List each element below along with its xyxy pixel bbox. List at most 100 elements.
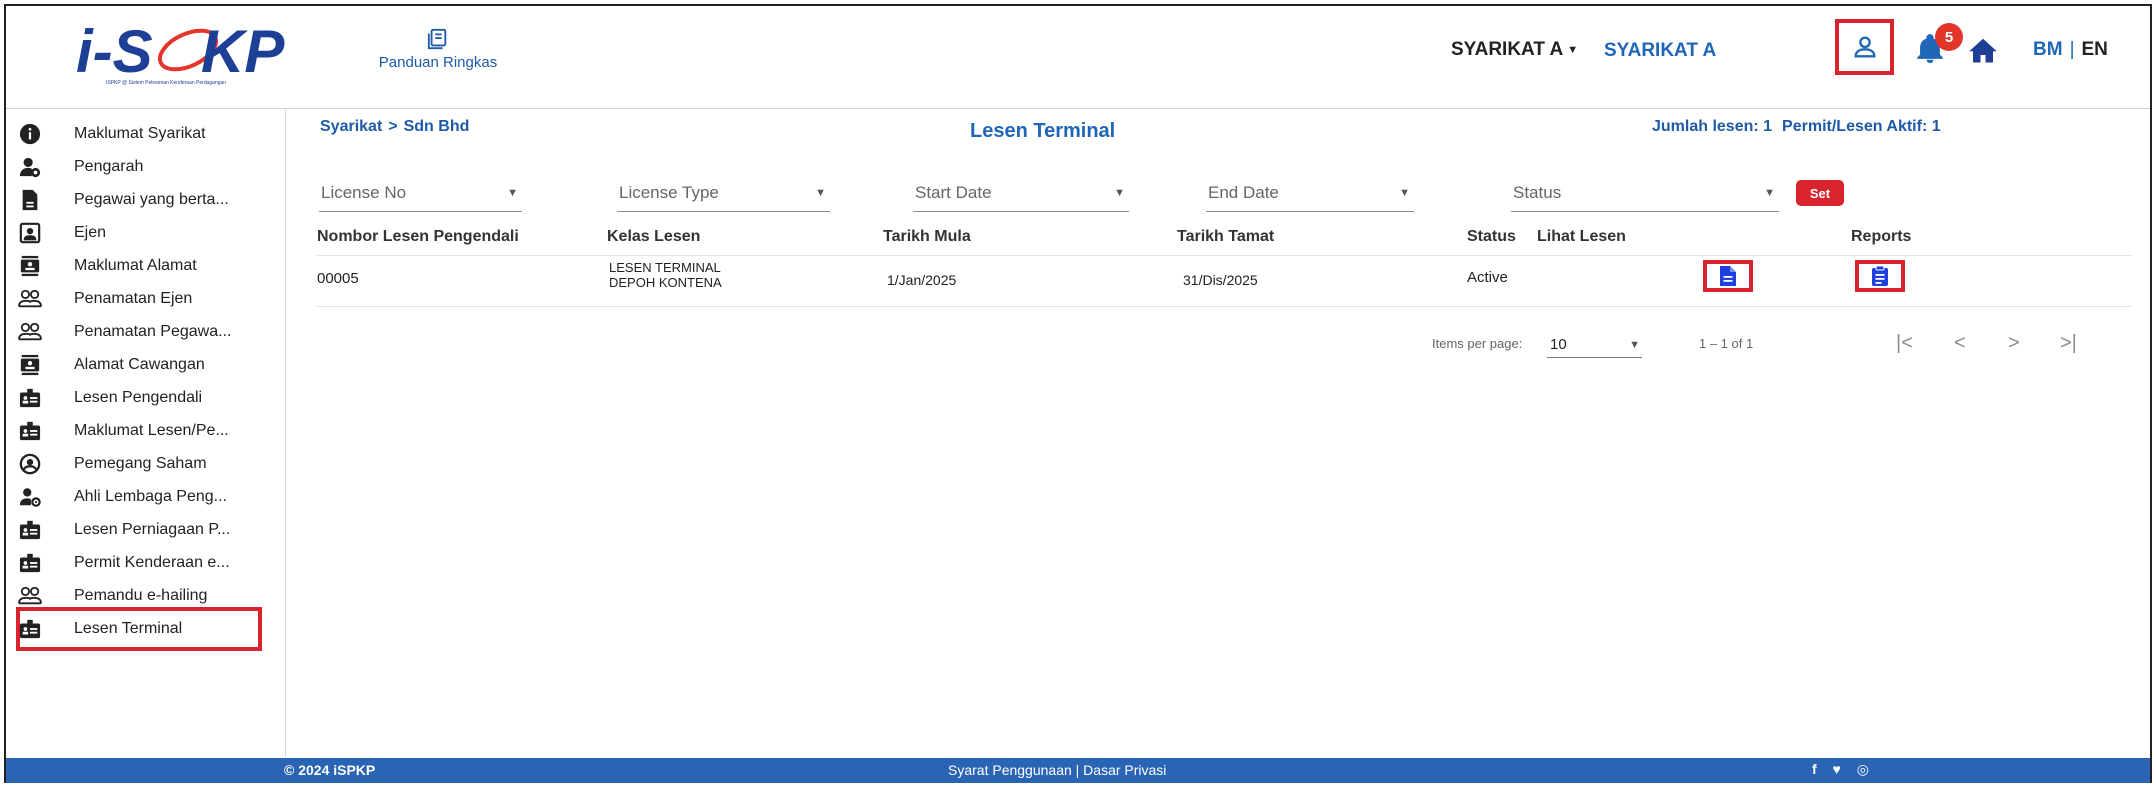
contact-book-icon (18, 221, 42, 245)
sidebar-item-pengarah[interactable]: Pengarah (16, 150, 276, 184)
start-date-placeholder: Start Date (915, 183, 992, 202)
caret-down-icon: ▼ (1629, 339, 1640, 351)
group-icon (18, 584, 42, 608)
start-date-filter[interactable]: Start Date ▼ (913, 180, 1129, 212)
document-icon (1720, 266, 1736, 286)
caret-down-icon: ▼ (507, 187, 518, 199)
sidebar-item-label: Penamatan Ejen (74, 290, 193, 307)
home-icon (1969, 38, 1997, 63)
cell-nombor-lesen: 00005 (317, 270, 359, 287)
col-kelas-lesen: Kelas Lesen (607, 228, 701, 245)
next-page-button[interactable]: > (2008, 332, 2020, 355)
home-button[interactable] (1968, 36, 1998, 64)
logo-subtitle: ISPKP @ Sistem Pelesenan Kenderaan Perda… (106, 80, 226, 86)
sidebar-item-label: Alamat Cawangan (74, 356, 205, 373)
company-dropdown-label: SYARIKAT A (1451, 39, 1564, 60)
license-icon (18, 617, 42, 641)
sidebar-item-label: Pemandu e-hailing (74, 587, 208, 604)
report-button[interactable] (1855, 260, 1905, 292)
sidebar-item-permit-kenderaan[interactable]: Permit Kenderaan e... (16, 546, 276, 580)
lang-en-link[interactable]: EN (2082, 39, 2108, 60)
first-page-button[interactable]: |< (1896, 332, 1913, 355)
sidebar-item-penamatan-ejen[interactable]: Penamatan Ejen (16, 282, 276, 316)
set-button[interactable]: Set (1796, 180, 1844, 206)
account-circle-icon (18, 452, 42, 476)
license-no-placeholder: License No (321, 183, 407, 202)
book-icon (427, 28, 447, 50)
items-per-page-select[interactable]: 10 ▼ (1547, 336, 1642, 358)
col-status: Status (1467, 228, 1516, 245)
notification-button[interactable]: 5 (1913, 23, 1963, 71)
last-page-button[interactable]: >| (2060, 332, 2077, 355)
sidebar-item-lesen-perniagaan[interactable]: Lesen Perniagaan P... (16, 513, 276, 547)
notification-badge: 5 (1935, 23, 1963, 51)
sidebar: Maklumat Syarikat Pengarah Pegawai yang … (6, 110, 286, 757)
sidebar-item-label: Lesen Pengendali (74, 389, 203, 406)
end-date-filter[interactable]: End Date ▼ (1206, 180, 1414, 212)
sidebar-item-alamat-cawangan[interactable]: Alamat Cawangan (16, 348, 276, 382)
top-header: i-S KP ISPKP @ Sistem Pelesenan Kenderaa… (6, 6, 2150, 109)
sidebar-item-maklumat-syarikat[interactable]: Maklumat Syarikat (16, 117, 276, 151)
sidebar-item-label: Maklumat Syarikat (74, 125, 206, 142)
items-per-page-label: Items per page: (1432, 336, 1523, 351)
sidebar-item-maklumat-alamat[interactable]: Maklumat Alamat (16, 249, 276, 283)
lang-separator: | (2069, 39, 2075, 60)
breadcrumb-company: Sdn Bhd (403, 118, 470, 135)
sidebar-item-pegawai[interactable]: Pegawai yang berta... (16, 183, 276, 217)
ispkp-logo[interactable]: i-S KP ISPKP @ Sistem Pelesenan Kenderaa… (76, 18, 376, 88)
sidebar-item-label: Pegawai yang berta... (74, 191, 229, 208)
caret-down-icon: ▼ (1114, 187, 1125, 199)
sidebar-item-maklumat-lesen[interactable]: Maklumat Lesen/Pe... (16, 414, 276, 448)
sidebar-item-label: Ejen (74, 224, 107, 241)
address-card-icon (18, 353, 42, 377)
license-type-filter[interactable]: License Type ▼ (617, 180, 830, 212)
sidebar-item-penamatan-pegawai[interactable]: Penamatan Pegawa... (16, 315, 276, 349)
sidebar-item-label: Lesen Terminal (74, 620, 183, 637)
breadcrumb-separator: > (388, 118, 398, 135)
cell-kelas-lesen-line1: LESEN TERMINAL (609, 260, 721, 275)
svg-text:i-S: i-S (76, 18, 153, 85)
sidebar-item-label: Pengarah (74, 158, 144, 175)
profile-button[interactable] (1835, 19, 1894, 75)
items-per-page-value: 10 (1550, 336, 1567, 353)
pagination-range: 1 – 1 of 1 (1699, 336, 1754, 351)
col-tarikh-tamat: Tarikh Tamat (1177, 228, 1275, 245)
cell-status: Active (1467, 269, 1508, 286)
caret-down-icon: ▼ (1399, 187, 1410, 199)
col-nombor-lesen: Nombor Lesen Pengendali (317, 228, 519, 245)
sidebar-item-lesen-pengendali[interactable]: Lesen Pengendali (16, 381, 276, 415)
social-icons[interactable]: f ♥ ◎ (1812, 761, 1875, 778)
lang-bm-link[interactable]: BM (2033, 39, 2063, 60)
sidebar-item-pemegang-saham[interactable]: Pemegang Saham (16, 447, 276, 481)
user-icon (1853, 36, 1876, 58)
col-lihat-lesen: Lihat Lesen (1537, 228, 1626, 245)
cell-tarikh-mula: 1/Jan/2025 (887, 272, 957, 288)
company-dropdown[interactable]: SYARIKAT A ▼ (1451, 39, 1578, 61)
cell-kelas-lesen-line2: DEPOH KONTENA (609, 275, 722, 290)
license-icon (18, 419, 42, 443)
breadcrumb-syarikat[interactable]: Syarikat (320, 118, 382, 135)
license-no-filter[interactable]: License No ▼ (319, 180, 522, 212)
user-settings-icon (18, 485, 42, 509)
col-tarikh-mula: Tarikh Mula (883, 228, 971, 245)
sidebar-item-label: Lesen Perniagaan P... (74, 521, 231, 538)
group-icon (18, 320, 42, 344)
sidebar-item-ahli-lembaga[interactable]: Ahli Lembaga Peng... (16, 480, 276, 514)
caret-down-icon: ▼ (815, 187, 826, 199)
svg-text:KP: KP (201, 18, 285, 85)
badge-card-icon (18, 188, 42, 212)
prev-page-button[interactable]: < (1954, 332, 1966, 355)
language-switch: BM | EN (2033, 39, 2108, 61)
view-license-button[interactable] (1703, 260, 1753, 292)
footer-links[interactable]: Syarat Penggunaan | Dasar Privasi (948, 762, 1166, 778)
sidebar-item-lesen-terminal[interactable]: Lesen Terminal (16, 607, 262, 651)
copyright-text: © 2024 iSPKP (284, 762, 376, 778)
license-icon (18, 386, 42, 410)
clipboard-icon (1872, 265, 1888, 286)
caret-down-icon: ▼ (1567, 43, 1579, 56)
page-title: Lesen Terminal (970, 120, 1116, 142)
status-filter[interactable]: Status ▼ (1511, 180, 1779, 212)
guide-button[interactable]: Panduan Ringkas (368, 28, 508, 78)
sidebar-item-ejen[interactable]: Ejen (16, 216, 276, 250)
user-gear-icon (18, 155, 42, 179)
